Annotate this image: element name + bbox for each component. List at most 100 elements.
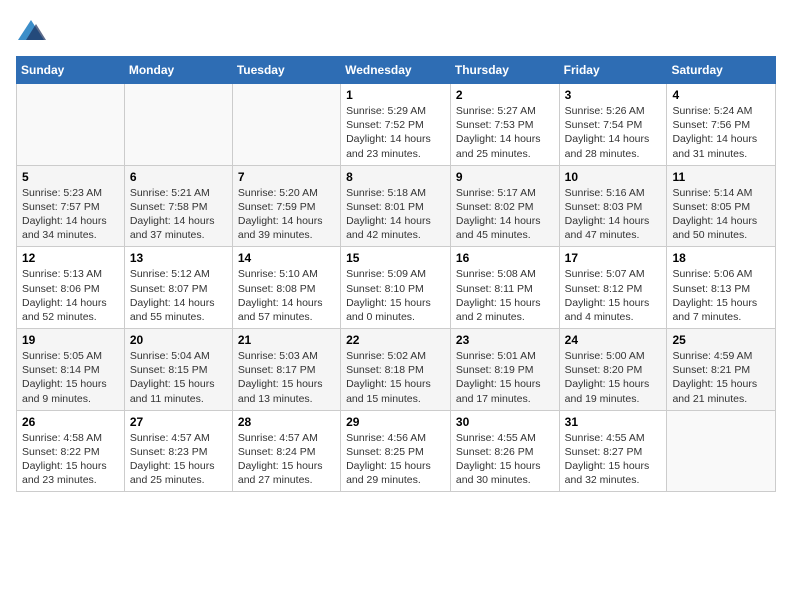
- day-number: 2: [456, 88, 554, 102]
- calendar-cell: 28 Sunrise: 4:57 AM Sunset: 8:24 PM Dayli…: [232, 410, 340, 492]
- calendar-cell: 24 Sunrise: 5:00 AM Sunset: 8:20 PM Dayli…: [559, 329, 667, 411]
- week-row-3: 12 Sunrise: 5:13 AM Sunset: 8:06 PM Dayli…: [17, 247, 776, 329]
- calendar-cell: 30 Sunrise: 4:55 AM Sunset: 8:26 PM Dayli…: [450, 410, 559, 492]
- calendar-cell: 3 Sunrise: 5:26 AM Sunset: 7:54 PM Daylig…: [559, 84, 667, 166]
- day-info: Sunrise: 5:08 AM Sunset: 8:11 PM Dayligh…: [456, 267, 554, 324]
- day-info: Sunrise: 5:04 AM Sunset: 8:15 PM Dayligh…: [130, 349, 227, 406]
- day-number: 20: [130, 333, 227, 347]
- col-header-saturday: Saturday: [667, 57, 776, 84]
- calendar-cell: 18 Sunrise: 5:06 AM Sunset: 8:13 PM Dayli…: [667, 247, 776, 329]
- day-number: 24: [565, 333, 662, 347]
- logo-icon: [16, 16, 46, 46]
- day-number: 16: [456, 251, 554, 265]
- day-info: Sunrise: 4:56 AM Sunset: 8:25 PM Dayligh…: [346, 431, 445, 488]
- day-info: Sunrise: 4:55 AM Sunset: 8:27 PM Dayligh…: [565, 431, 662, 488]
- day-info: Sunrise: 5:13 AM Sunset: 8:06 PM Dayligh…: [22, 267, 119, 324]
- calendar-cell: 8 Sunrise: 5:18 AM Sunset: 8:01 PM Daylig…: [341, 165, 451, 247]
- calendar-cell: 14Sunrise: 5:10 AM Sunset: 8:08 PM Dayli…: [232, 247, 340, 329]
- day-number: 23: [456, 333, 554, 347]
- calendar-cell: 25Sunrise: 4:59 AM Sunset: 8:21 PM Dayli…: [667, 329, 776, 411]
- day-info: Sunrise: 5:24 AM Sunset: 7:56 PM Dayligh…: [672, 104, 770, 161]
- calendar-cell: 12 Sunrise: 5:13 AM Sunset: 8:06 PM Dayli…: [17, 247, 125, 329]
- week-row-5: 26Sunrise: 4:58 AM Sunset: 8:22 PM Dayli…: [17, 410, 776, 492]
- day-number: 18: [672, 251, 770, 265]
- col-header-friday: Friday: [559, 57, 667, 84]
- day-info: Sunrise: 4:55 AM Sunset: 8:26 PM Dayligh…: [456, 431, 554, 488]
- calendar-cell: 19 Sunrise: 5:05 AM Sunset: 8:14 PM Dayli…: [17, 329, 125, 411]
- col-header-thursday: Thursday: [450, 57, 559, 84]
- calendar-cell: 22Sunrise: 5:02 AM Sunset: 8:18 PM Dayli…: [341, 329, 451, 411]
- calendar-cell: 7Sunrise: 5:20 AM Sunset: 7:59 PM Daylig…: [232, 165, 340, 247]
- day-number: 27: [130, 415, 227, 429]
- day-number: 6: [130, 170, 227, 184]
- day-info: Sunrise: 5:01 AM Sunset: 8:19 PM Dayligh…: [456, 349, 554, 406]
- week-row-2: 5 Sunrise: 5:23 AM Sunset: 7:57 PM Daylig…: [17, 165, 776, 247]
- day-info: Sunrise: 5:10 AM Sunset: 8:08 PM Dayligh…: [238, 267, 335, 324]
- day-number: 5: [22, 170, 119, 184]
- day-info: Sunrise: 5:05 AM Sunset: 8:14 PM Dayligh…: [22, 349, 119, 406]
- day-number: 9: [456, 170, 554, 184]
- calendar-cell: 2 Sunrise: 5:27 AM Sunset: 7:53 PM Daylig…: [450, 84, 559, 166]
- day-number: 31: [565, 415, 662, 429]
- calendar-cell: [232, 84, 340, 166]
- calendar-cell: 9 Sunrise: 5:17 AM Sunset: 8:02 PM Daylig…: [450, 165, 559, 247]
- col-header-tuesday: Tuesday: [232, 57, 340, 84]
- calendar-cell: 23 Sunrise: 5:01 AM Sunset: 8:19 PM Dayli…: [450, 329, 559, 411]
- day-number: 28: [238, 415, 335, 429]
- day-number: 13: [130, 251, 227, 265]
- day-number: 11: [672, 170, 770, 184]
- calendar-cell: 11 Sunrise: 5:14 AM Sunset: 8:05 PM Dayli…: [667, 165, 776, 247]
- day-number: 21: [238, 333, 335, 347]
- day-info: Sunrise: 5:20 AM Sunset: 7:59 PM Dayligh…: [238, 186, 335, 243]
- calendar-cell: 17 Sunrise: 5:07 AM Sunset: 8:12 PM Dayli…: [559, 247, 667, 329]
- day-number: 1: [346, 88, 445, 102]
- day-info: Sunrise: 5:18 AM Sunset: 8:01 PM Dayligh…: [346, 186, 445, 243]
- day-number: 8: [346, 170, 445, 184]
- day-info: Sunrise: 4:58 AM Sunset: 8:22 PM Dayligh…: [22, 431, 119, 488]
- day-info: Sunrise: 5:03 AM Sunset: 8:17 PM Dayligh…: [238, 349, 335, 406]
- day-number: 19: [22, 333, 119, 347]
- day-info: Sunrise: 4:57 AM Sunset: 8:23 PM Dayligh…: [130, 431, 227, 488]
- col-header-monday: Monday: [124, 57, 232, 84]
- day-number: 4: [672, 88, 770, 102]
- calendar-cell: 26Sunrise: 4:58 AM Sunset: 8:22 PM Dayli…: [17, 410, 125, 492]
- week-row-4: 19 Sunrise: 5:05 AM Sunset: 8:14 PM Dayli…: [17, 329, 776, 411]
- day-number: 15: [346, 251, 445, 265]
- logo: [16, 16, 50, 46]
- week-row-1: 1 Sunrise: 5:29 AM Sunset: 7:52 PM Daylig…: [17, 84, 776, 166]
- day-number: 29: [346, 415, 445, 429]
- day-info: Sunrise: 4:57 AM Sunset: 8:24 PM Dayligh…: [238, 431, 335, 488]
- calendar-cell: 6Sunrise: 5:21 AM Sunset: 7:58 PM Daylig…: [124, 165, 232, 247]
- day-number: 17: [565, 251, 662, 265]
- day-info: Sunrise: 5:12 AM Sunset: 8:07 PM Dayligh…: [130, 267, 227, 324]
- day-number: 12: [22, 251, 119, 265]
- calendar-cell: 20 Sunrise: 5:04 AM Sunset: 8:15 PM Dayli…: [124, 329, 232, 411]
- calendar-cell: [667, 410, 776, 492]
- day-info: Sunrise: 5:27 AM Sunset: 7:53 PM Dayligh…: [456, 104, 554, 161]
- calendar-cell: 21 Sunrise: 5:03 AM Sunset: 8:17 PM Dayli…: [232, 329, 340, 411]
- day-info: Sunrise: 5:02 AM Sunset: 8:18 PM Dayligh…: [346, 349, 445, 406]
- col-header-wednesday: Wednesday: [341, 57, 451, 84]
- day-info: Sunrise: 5:14 AM Sunset: 8:05 PM Dayligh…: [672, 186, 770, 243]
- day-info: Sunrise: 5:17 AM Sunset: 8:02 PM Dayligh…: [456, 186, 554, 243]
- calendar-cell: [124, 84, 232, 166]
- day-info: Sunrise: 5:00 AM Sunset: 8:20 PM Dayligh…: [565, 349, 662, 406]
- calendar-cell: 5 Sunrise: 5:23 AM Sunset: 7:57 PM Daylig…: [17, 165, 125, 247]
- calendar-cell: 1 Sunrise: 5:29 AM Sunset: 7:52 PM Daylig…: [341, 84, 451, 166]
- calendar-cell: 10Sunrise: 5:16 AM Sunset: 8:03 PM Dayli…: [559, 165, 667, 247]
- day-info: Sunrise: 5:23 AM Sunset: 7:57 PM Dayligh…: [22, 186, 119, 243]
- day-info: Sunrise: 5:29 AM Sunset: 7:52 PM Dayligh…: [346, 104, 445, 161]
- col-header-sunday: Sunday: [17, 57, 125, 84]
- day-info: Sunrise: 5:07 AM Sunset: 8:12 PM Dayligh…: [565, 267, 662, 324]
- day-number: 30: [456, 415, 554, 429]
- calendar-cell: 31 Sunrise: 4:55 AM Sunset: 8:27 PM Dayli…: [559, 410, 667, 492]
- day-number: 3: [565, 88, 662, 102]
- day-info: Sunrise: 5:26 AM Sunset: 7:54 PM Dayligh…: [565, 104, 662, 161]
- header-row: SundayMondayTuesdayWednesdayThursdayFrid…: [17, 57, 776, 84]
- day-info: Sunrise: 5:09 AM Sunset: 8:10 PM Dayligh…: [346, 267, 445, 324]
- calendar-cell: 27 Sunrise: 4:57 AM Sunset: 8:23 PM Dayli…: [124, 410, 232, 492]
- day-number: 25: [672, 333, 770, 347]
- calendar-cell: 29 Sunrise: 4:56 AM Sunset: 8:25 PM Dayli…: [341, 410, 451, 492]
- calendar-cell: 16 Sunrise: 5:08 AM Sunset: 8:11 PM Dayli…: [450, 247, 559, 329]
- day-info: Sunrise: 5:06 AM Sunset: 8:13 PM Dayligh…: [672, 267, 770, 324]
